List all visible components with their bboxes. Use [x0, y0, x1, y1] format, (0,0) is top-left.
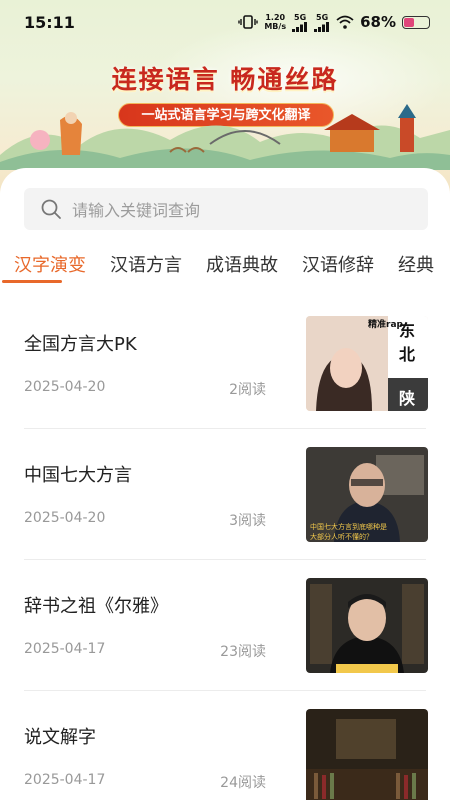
battery-percent: 68%: [360, 13, 396, 31]
article-title[interactable]: 中国七大方言: [24, 461, 132, 487]
vibrate-icon: [238, 15, 259, 29]
battery-icon: [402, 15, 430, 29]
article-title[interactable]: 辞书之祖《尔雅》: [24, 592, 168, 618]
net-speed: 1.20 MB/s: [264, 13, 287, 31]
svg-text:东: 东: [399, 321, 415, 340]
search-placeholder[interactable]: 请输入关键词查询: [72, 197, 200, 221]
signal-icon: [314, 21, 330, 32]
svg-text:大部分人听不懂的？: 大部分人听不懂的？: [310, 532, 373, 541]
article-thumbnail[interactable]: [306, 709, 428, 800]
article-date: 2025-04-20: [24, 510, 106, 526]
tab-rhetoric[interactable]: 汉语修辞: [290, 251, 386, 277]
search-bar[interactable]: 请输入关键词查询: [24, 188, 428, 230]
banner-illustration: [0, 104, 450, 170]
tab-idioms[interactable]: 成语典故: [194, 251, 290, 277]
article-thumbnail[interactable]: [306, 578, 428, 673]
search-icon: [41, 199, 61, 219]
article-thumbnail[interactable]: 中国七大方言到底哪种是 大部分人听不懂的？: [306, 447, 428, 542]
signal-icon: [292, 21, 308, 32]
list-item[interactable]: 全国方言大PK 2025-04-20 2阅读 精准rap 东 北 陕: [0, 298, 450, 429]
svg-text:陕: 陕: [399, 389, 415, 408]
article-thumbnail[interactable]: 精准rap 东 北 陕: [306, 316, 428, 411]
article-reads: 24阅读: [220, 775, 266, 791]
banner-title: 连接语言 畅通丝路: [111, 65, 339, 94]
list-item[interactable]: 中国七大方言 2025-04-20 3阅读 中国七大方言到底哪种是 大部分人听不…: [0, 429, 450, 560]
sim1-signal: 5G: [292, 13, 308, 32]
list-item[interactable]: 说文解字 2025-04-17 24阅读: [0, 691, 450, 800]
status-bar: 15:11 1.20 MB/s 5G 5G 68%: [0, 0, 450, 44]
svg-text:北: 北: [399, 345, 415, 364]
article-reads: 23阅读: [220, 644, 266, 660]
thumb-caption: 中国七大方言到底哪种是: [310, 522, 387, 531]
wifi-icon: [336, 15, 354, 29]
article-date: 2025-04-17: [24, 772, 106, 788]
category-tabs: 汉字演变 汉语方言 成语典故 汉语修辞 经典: [0, 244, 450, 284]
article-list: 全国方言大PK 2025-04-20 2阅读 精准rap 东 北 陕 中国七大方…: [0, 298, 450, 800]
article-title[interactable]: 说文解字: [24, 723, 96, 749]
article-date: 2025-04-20: [24, 379, 106, 395]
status-icons: 1.20 MB/s 5G 5G 68%: [238, 13, 430, 32]
status-time: 15:11: [24, 12, 75, 32]
active-tab-indicator: [2, 280, 62, 283]
article-date: 2025-04-17: [24, 641, 106, 657]
article-reads: 3阅读: [229, 513, 266, 529]
article-title[interactable]: 全国方言大PK: [24, 330, 137, 356]
tab-hanzi-evolution[interactable]: 汉字演变: [0, 251, 98, 277]
list-item[interactable]: 辞书之祖《尔雅》 2025-04-17 23阅读: [0, 560, 450, 691]
article-reads: 2阅读: [229, 382, 266, 398]
tab-classics[interactable]: 经典: [386, 251, 446, 277]
sim2-signal: 5G: [314, 13, 330, 32]
tab-dialects[interactable]: 汉语方言: [98, 251, 194, 277]
